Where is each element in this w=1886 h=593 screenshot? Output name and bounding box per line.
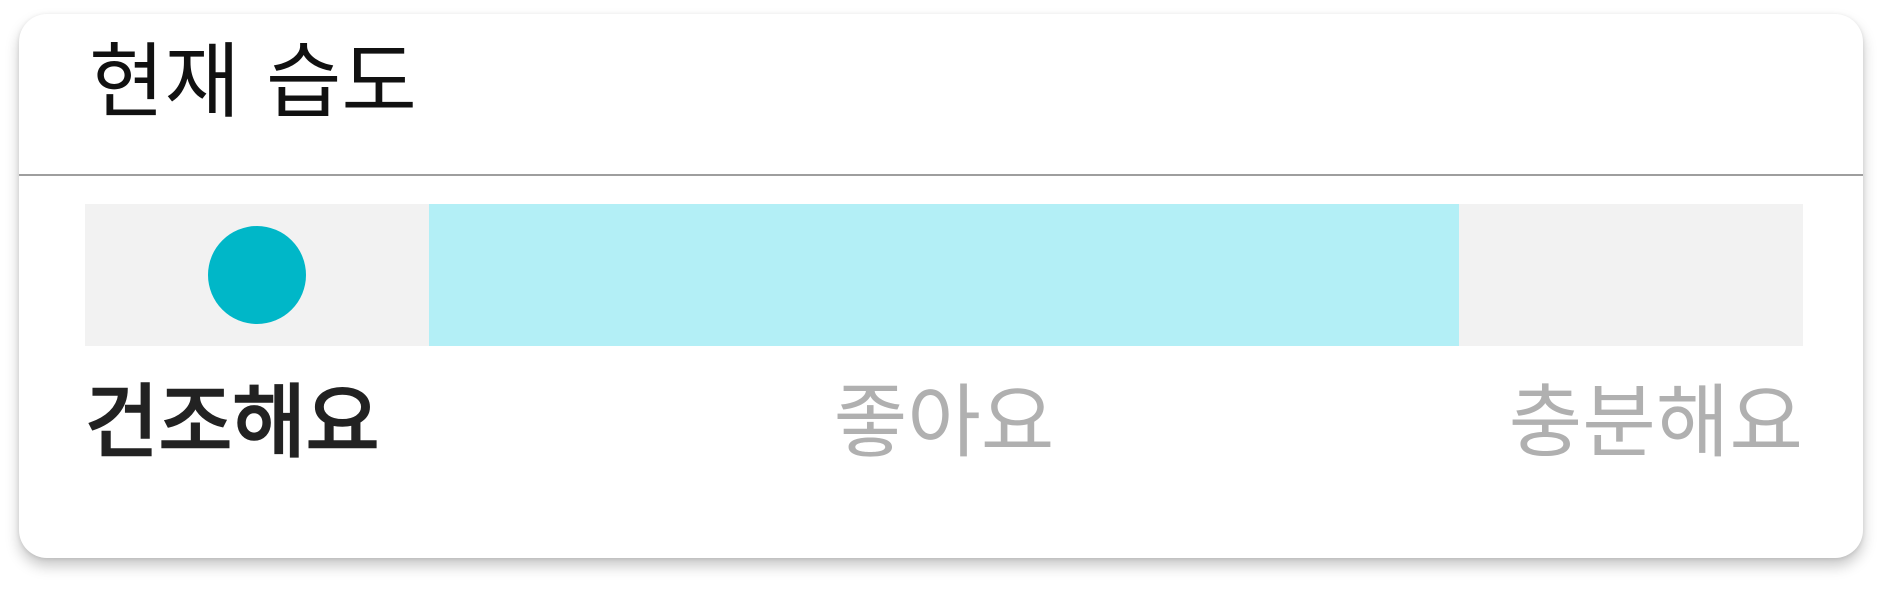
scale-segment-5 xyxy=(1459,204,1803,346)
scale-segment-1 xyxy=(85,204,429,346)
scale-labels: 건조해요 좋아요 충분해요 xyxy=(85,379,1803,489)
current-level-marker xyxy=(207,226,306,324)
humidity-card: 현재 습도 건조해요 좋아요 충분해요 xyxy=(19,14,1863,558)
scale-label-humid: 충분해요 xyxy=(1508,376,1803,469)
scale-label-good: 좋아요 xyxy=(833,376,1055,469)
scale-segment-2 xyxy=(428,204,773,346)
scale-segment-4 xyxy=(1115,204,1460,346)
scale-label-dry: 건조해요 xyxy=(85,376,380,469)
card-title: 현재 습도 xyxy=(89,35,417,130)
humidity-scale-track xyxy=(85,204,1803,346)
title-divider xyxy=(19,174,1863,176)
scale-segment-3 xyxy=(772,204,1116,346)
